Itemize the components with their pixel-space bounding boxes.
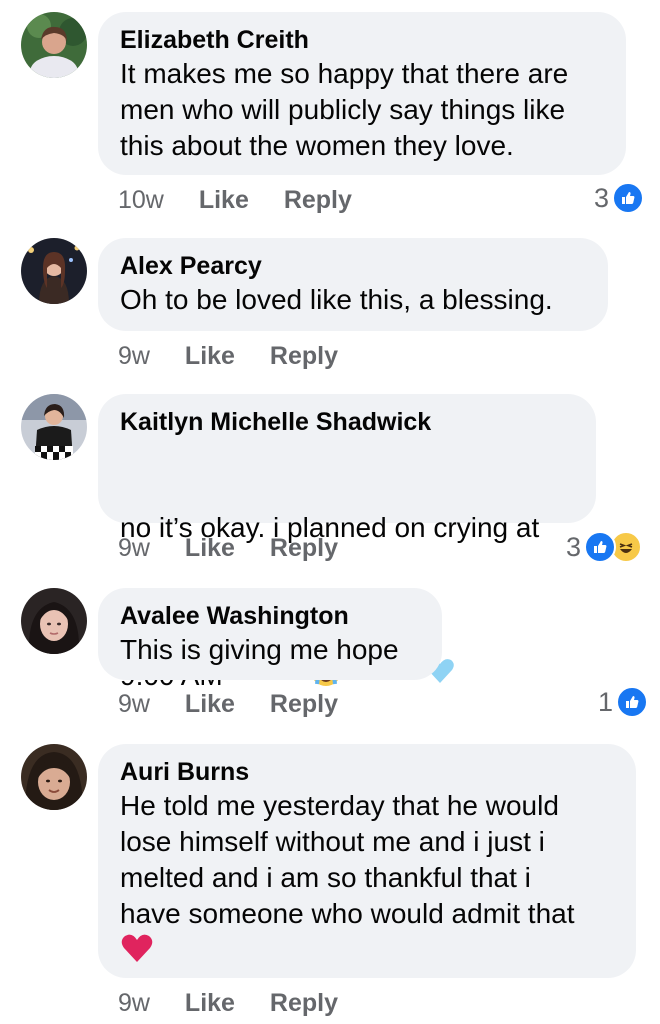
like-button[interactable]: Like	[185, 688, 235, 720]
avatar[interactable]	[21, 238, 87, 304]
reply-button[interactable]: Reply	[270, 340, 338, 372]
comment-time[interactable]: 9w	[118, 532, 150, 564]
comment-actions: 9w Like Reply	[118, 532, 366, 564]
comment-author[interactable]: Elizabeth Creith	[120, 24, 604, 56]
comment-text: He told me yesterday that he would lose …	[120, 790, 575, 929]
like-button[interactable]: Like	[185, 532, 235, 564]
reaction-count: 3	[594, 183, 610, 213]
comment-bubble: Auri Burns He told me yesterday that he …	[98, 744, 636, 978]
comment-time[interactable]: 9w	[118, 688, 150, 720]
comment-actions: 9w Like Reply	[118, 688, 366, 720]
comment-author[interactable]: Auri Burns	[120, 756, 614, 788]
comment-bubble: Kaitlyn Michelle Shadwick no it’s okay. …	[98, 394, 596, 691]
comment-author[interactable]: Alex Pearcy	[120, 250, 586, 282]
comment-bubble: Elizabeth Creith It makes me so happy th…	[98, 12, 626, 175]
comment-author[interactable]: Kaitlyn Michelle Shadwick	[120, 406, 574, 438]
avatar[interactable]	[21, 588, 87, 654]
like-button[interactable]: Like	[199, 184, 249, 216]
reply-button[interactable]: Reply	[270, 987, 338, 1019]
comment-time[interactable]: 9w	[118, 340, 150, 372]
like-button[interactable]: Like	[185, 340, 235, 372]
like-button[interactable]: Like	[185, 987, 235, 1019]
reaction-summary[interactable]: 3	[566, 531, 643, 563]
avatar[interactable]	[21, 12, 87, 78]
reply-button[interactable]: Reply	[270, 688, 338, 720]
comment-text-emoji-line	[120, 932, 614, 966]
like-icon	[584, 531, 617, 563]
comment-actions: 10w Like Reply	[118, 184, 380, 216]
reply-button[interactable]: Reply	[270, 532, 338, 564]
comment-time[interactable]: 9w	[118, 987, 150, 1019]
comment-text: Oh to be loved like this, a blessing.	[120, 284, 553, 315]
red-heart-emoji	[120, 932, 154, 969]
like-icon	[616, 686, 649, 718]
like-icon	[612, 182, 645, 214]
reply-button[interactable]: Reply	[284, 184, 352, 216]
reaction-count: 1	[598, 687, 614, 717]
reaction-summary[interactable]: 3	[594, 182, 645, 214]
comment-bubble: Avalee Washington This is giving me hope	[98, 588, 442, 680]
avatar[interactable]	[21, 394, 87, 460]
comment-text: It makes me so happy that there are men …	[120, 58, 569, 161]
comment-actions: 9w Like Reply	[118, 340, 366, 372]
comment-time[interactable]: 10w	[118, 184, 164, 216]
comment-author[interactable]: Avalee Washington	[120, 600, 420, 632]
comment-actions: 9w Like Reply	[118, 987, 366, 1019]
reaction-summary[interactable]: 1	[598, 686, 649, 718]
comment-bubble: Alex Pearcy Oh to be loved like this, a …	[98, 238, 608, 331]
avatar[interactable]	[21, 744, 87, 810]
reaction-count: 3	[566, 532, 582, 562]
comment-text: This is giving me hope	[120, 634, 399, 665]
